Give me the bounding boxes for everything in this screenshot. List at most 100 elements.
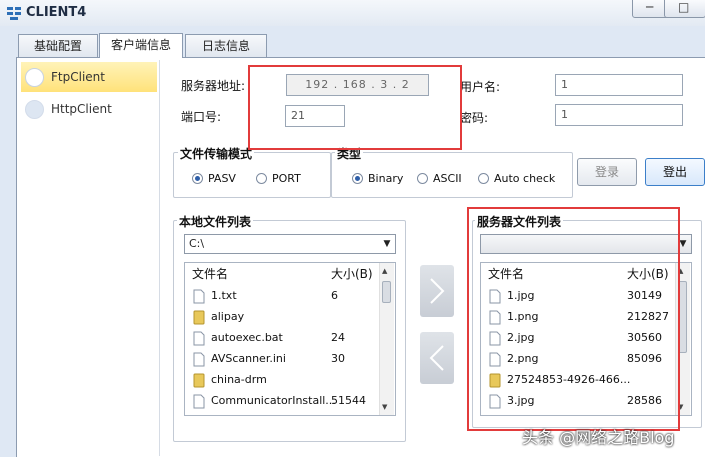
arrow-left-icon — [429, 345, 444, 371]
username-label: 用户名: — [460, 80, 501, 94]
file-name: 1.txt — [211, 289, 237, 302]
sidebar-item-label: HttpClient — [51, 102, 112, 116]
radio-label: Binary — [368, 172, 404, 185]
file-size: 85096 — [627, 352, 662, 365]
list-item[interactable]: CommunicatorInstall... 51544 — [185, 392, 395, 413]
scroll-thumb[interactable] — [678, 281, 687, 353]
radio-unselected-icon — [256, 173, 267, 184]
file-name: AVScanner.ini — [211, 352, 286, 365]
type-title: 类型 — [335, 145, 364, 162]
list-item[interactable]: AVScanner.ini 30 — [185, 350, 395, 371]
server-col-size: 大小(B) — [627, 267, 669, 281]
port-field[interactable]: 21 — [285, 105, 345, 127]
file-name: 1.jpg — [507, 289, 535, 302]
radio-selected-icon — [352, 173, 363, 184]
tab-client-info[interactable]: 客户端信息 — [99, 33, 183, 58]
file-name: autoexec.bat — [211, 331, 283, 344]
local-col-size: 大小(B) — [331, 267, 373, 281]
list-item[interactable]: 1.png 212827 — [481, 308, 691, 329]
server-address-field[interactable]: 192 . 168 . 3 . 2 — [286, 74, 429, 96]
logout-button[interactable]: 登出 — [645, 158, 705, 186]
watermark: 头条 @网络之路Blog — [522, 428, 675, 447]
radio-label: Auto check — [494, 172, 556, 185]
radio-selected-icon — [192, 173, 203, 184]
list-item[interactable]: 3.jpg 28586 — [481, 392, 691, 413]
scroll-up-icon[interactable]: ▲ — [678, 267, 683, 275]
radio-label: PASV — [208, 172, 236, 185]
chevron-down-icon: ▼ — [383, 239, 391, 249]
server-scrollbar[interactable]: ▲ ▼ — [675, 263, 690, 415]
app-icon — [7, 7, 21, 20]
file-name: 27524853-4926-466... — [507, 373, 631, 386]
sidebar-item-httpclient[interactable]: HttpClient — [21, 94, 157, 124]
transfer-mode-title: 文件传输模式 — [178, 145, 255, 162]
httpclient-icon — [25, 100, 44, 119]
file-name: 3.jpg — [507, 394, 535, 407]
local-col-name: 文件名 — [192, 267, 229, 281]
list-item[interactable]: 2.png 85096 — [481, 350, 691, 371]
file-size: 30 — [331, 352, 345, 365]
password-label: 密码: — [460, 111, 489, 125]
file-size: 6 — [331, 289, 338, 302]
sidebar-item-ftpclient[interactable]: FtpClient — [21, 62, 157, 92]
local-list-title: 本地文件列表 — [177, 213, 254, 230]
file-size: 28586 — [627, 394, 662, 407]
list-item[interactable]: alipay — [185, 308, 395, 329]
server-list-title: 服务器文件列表 — [475, 213, 564, 230]
ftpclient-icon — [25, 68, 44, 87]
folder-icon — [193, 373, 205, 388]
radio-unselected-icon — [417, 173, 428, 184]
list-item[interactable]: autoexec.bat 24 — [185, 329, 395, 350]
scroll-thumb[interactable] — [382, 281, 391, 303]
login-button[interactable]: 登录 — [577, 158, 637, 186]
download-button[interactable] — [420, 332, 454, 384]
file-icon — [193, 394, 205, 409]
file-size: 24 — [331, 331, 345, 344]
file-name: CommunicatorInstall... — [211, 394, 336, 407]
file-size: 30149 — [627, 289, 662, 302]
local-scrollbar[interactable]: ▲ ▼ — [379, 263, 394, 415]
server-path-select[interactable]: ▼ — [480, 234, 692, 254]
maximize-button[interactable]: □ — [664, 0, 705, 18]
file-name: 1.png — [507, 310, 539, 323]
radio-label: ASCII — [433, 172, 462, 185]
list-item[interactable]: 2.jpg 30560 — [481, 329, 691, 350]
tab-log-info[interactable]: 日志信息 — [185, 34, 267, 57]
server-file-list[interactable]: 文件名 大小(B) 1.jpg 30149 1.png 212827 2.jpg 3056… — [480, 262, 692, 416]
sidebar: FtpClient HttpClient — [19, 60, 160, 456]
chevron-down-icon: ▼ — [679, 239, 687, 249]
file-name: alipay — [211, 310, 245, 323]
server-address-label: 服务器地址: — [181, 79, 246, 93]
file-name: china-drm — [211, 373, 267, 386]
file-icon — [193, 289, 205, 304]
tab-basic-config[interactable]: 基础配置 — [18, 34, 98, 57]
file-icon — [489, 352, 501, 367]
local-file-list[interactable]: 文件名 大小(B) 1.txt 6 alipay autoexec.bat 24 AVSc… — [184, 262, 396, 416]
file-icon — [489, 310, 501, 325]
list-item[interactable]: 27524853-4926-466... — [481, 371, 691, 392]
folder-icon — [193, 310, 205, 325]
file-icon — [193, 331, 205, 346]
list-item[interactable]: 1.jpg 30149 — [481, 287, 691, 308]
file-icon — [489, 331, 501, 346]
local-drive-value: C:\ — [189, 237, 205, 250]
upload-button[interactable] — [420, 265, 454, 317]
folder-icon — [489, 373, 501, 388]
scroll-down-icon[interactable]: ▼ — [678, 403, 683, 411]
password-field[interactable]: 1 — [555, 104, 683, 126]
maximize-icon: □ — [678, 0, 690, 14]
file-icon — [489, 289, 501, 304]
file-icon — [193, 352, 205, 367]
arrow-right-icon — [430, 278, 445, 304]
scroll-up-icon[interactable]: ▲ — [382, 267, 387, 275]
username-field[interactable]: 1 — [555, 74, 683, 96]
list-item[interactable]: 1.txt 6 — [185, 287, 395, 308]
minimize-icon: ─ — [646, 0, 654, 14]
port-label: 端口号: — [181, 110, 222, 124]
local-drive-select[interactable]: C:\ ▼ — [184, 234, 396, 254]
list-item[interactable]: china-drm — [185, 371, 395, 392]
scroll-down-icon[interactable]: ▼ — [382, 403, 387, 411]
file-name: 2.jpg — [507, 331, 535, 344]
sidebar-item-label: FtpClient — [51, 70, 105, 84]
file-size: 51544 — [331, 394, 366, 407]
